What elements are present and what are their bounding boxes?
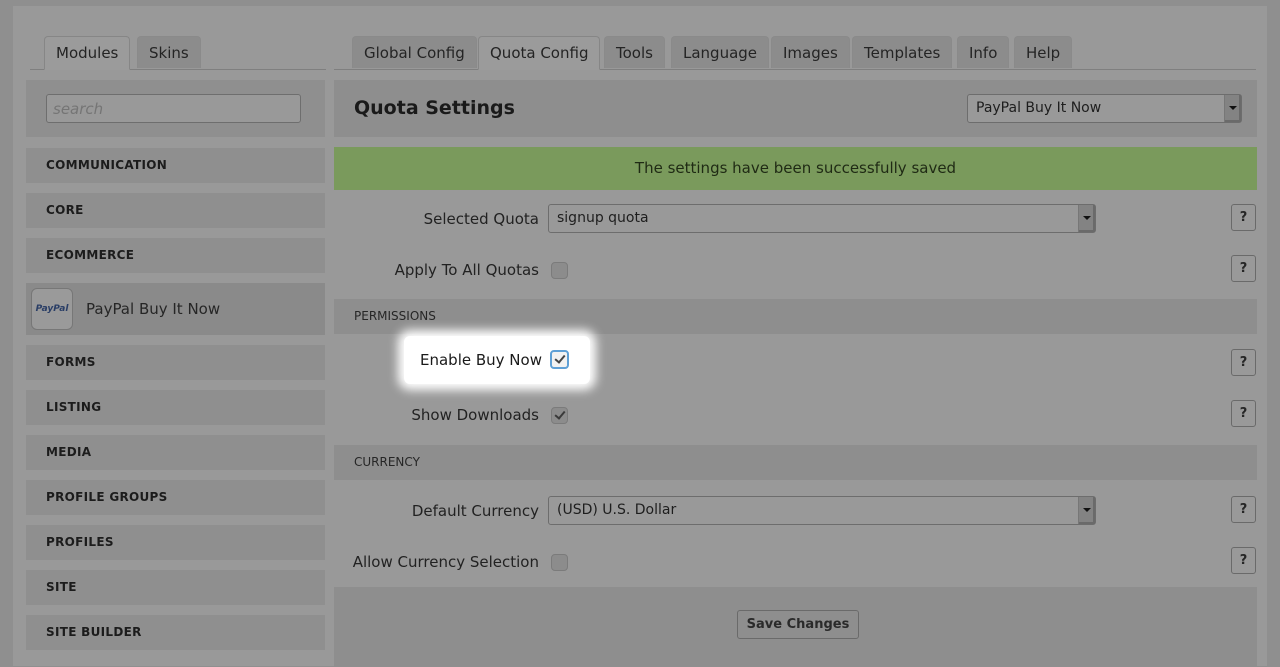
sidebar-item-media[interactable]: MEDIA bbox=[26, 435, 325, 470]
tab-skins[interactable]: Skins bbox=[137, 36, 201, 68]
show-downloads-label: Show Downloads bbox=[411, 406, 539, 424]
apply-all-checkbox[interactable] bbox=[551, 262, 568, 279]
sidebar-item-listing[interactable]: LISTING bbox=[26, 390, 325, 425]
default-currency-label: Default Currency bbox=[411, 502, 539, 520]
chevron-down-icon bbox=[1078, 205, 1095, 232]
allow-currency-checkbox[interactable] bbox=[551, 554, 568, 571]
tab-global-config[interactable]: Global Config bbox=[352, 36, 477, 68]
selected-quota-select[interactable]: signup quota bbox=[548, 204, 1096, 233]
search-container bbox=[26, 80, 325, 137]
tab-tools[interactable]: Tools bbox=[604, 36, 665, 68]
sidebar-item-forms[interactable]: FORMS bbox=[26, 345, 325, 380]
help-button[interactable]: ? bbox=[1231, 400, 1256, 427]
save-changes-button[interactable]: Save Changes bbox=[737, 610, 859, 639]
help-button[interactable]: ? bbox=[1231, 547, 1256, 574]
apply-all-row: Apply To All Quotas ? bbox=[334, 250, 1257, 290]
show-downloads-row: Show Downloads ? bbox=[334, 395, 1257, 435]
tab-quota-config[interactable]: Quota Config bbox=[478, 36, 601, 70]
default-currency-value: (USD) U.S. Dollar bbox=[557, 502, 677, 518]
help-button[interactable]: ? bbox=[1231, 204, 1256, 231]
tab-help[interactable]: Help bbox=[1014, 36, 1073, 68]
help-button[interactable]: ? bbox=[1231, 349, 1256, 376]
tab-modules[interactable]: Modules bbox=[44, 36, 131, 70]
enable-buy-now-label: Enable Buy Now bbox=[420, 351, 542, 369]
paypal-logo-icon: PayPal bbox=[31, 288, 73, 330]
left-tab-bar: Modules Skins bbox=[30, 36, 326, 70]
sidebar-item-site[interactable]: SITE bbox=[26, 570, 325, 605]
tab-language[interactable]: Language bbox=[671, 36, 770, 68]
tab-templates[interactable]: Templates bbox=[852, 36, 953, 68]
sidebar-item-communication[interactable]: COMMUNICATION bbox=[26, 148, 325, 183]
sidebar-item-ecommerce[interactable]: ECOMMERCE bbox=[26, 238, 325, 273]
currency-section-header: CURRENCY bbox=[334, 445, 1257, 480]
module-sidebar: COMMUNICATION CORE ECOMMERCE PayPal PayP… bbox=[26, 80, 325, 650]
sidebar-item-profile-groups[interactable]: PROFILE GROUPS bbox=[26, 480, 325, 515]
config-tab-bar: Global Config Quota Config Tools Languag… bbox=[334, 36, 1256, 70]
allow-currency-label: Allow Currency Selection bbox=[352, 553, 539, 571]
sidebar-item-site-builder[interactable]: SITE BUILDER bbox=[26, 615, 325, 650]
module-select-value: PayPal Buy It Now bbox=[976, 100, 1102, 116]
module-select[interactable]: PayPal Buy It Now bbox=[967, 94, 1242, 123]
help-button[interactable]: ? bbox=[1231, 255, 1256, 282]
module-label: PayPal Buy It Now bbox=[86, 300, 221, 318]
success-message: The settings have been successfully save… bbox=[334, 147, 1257, 190]
selected-quota-row: Selected Quota signup quota ? bbox=[334, 199, 1257, 239]
default-currency-select[interactable]: (USD) U.S. Dollar bbox=[548, 496, 1096, 525]
panel-header: Quota Settings PayPal Buy It Now bbox=[334, 80, 1257, 137]
search-input[interactable] bbox=[46, 94, 301, 123]
quota-settings-panel: Quota Settings PayPal Buy It Now The set… bbox=[334, 80, 1257, 667]
enable-buy-now-checkbox[interactable] bbox=[550, 350, 569, 369]
allow-currency-row: Allow Currency Selection ? bbox=[334, 542, 1257, 582]
apply-all-label: Apply To All Quotas bbox=[394, 261, 539, 279]
enable-buy-now-row: Enable Buy Now ? bbox=[334, 336, 1257, 384]
permissions-section-header: PERMISSIONS bbox=[334, 299, 1257, 334]
selected-quota-value: signup quota bbox=[557, 210, 649, 226]
sidebar-module-paypal-buy-it-now[interactable]: PayPal PayPal Buy It Now bbox=[26, 283, 325, 335]
sidebar-item-profiles[interactable]: PROFILES bbox=[26, 525, 325, 560]
highlight-spotlight: Enable Buy Now bbox=[404, 336, 590, 384]
tab-images[interactable]: Images bbox=[771, 36, 850, 68]
default-currency-row: Default Currency (USD) U.S. Dollar ? bbox=[334, 491, 1257, 531]
help-button[interactable]: ? bbox=[1231, 496, 1256, 523]
page-title: Quota Settings bbox=[354, 97, 515, 119]
sidebar-item-core[interactable]: CORE bbox=[26, 193, 325, 228]
form-footer: Save Changes bbox=[334, 587, 1257, 667]
selected-quota-label: Selected Quota bbox=[423, 210, 539, 228]
chevron-down-icon bbox=[1078, 497, 1095, 524]
chevron-down-icon bbox=[1224, 95, 1241, 122]
tab-info[interactable]: Info bbox=[957, 36, 1010, 68]
show-downloads-checkbox[interactable] bbox=[551, 407, 568, 424]
